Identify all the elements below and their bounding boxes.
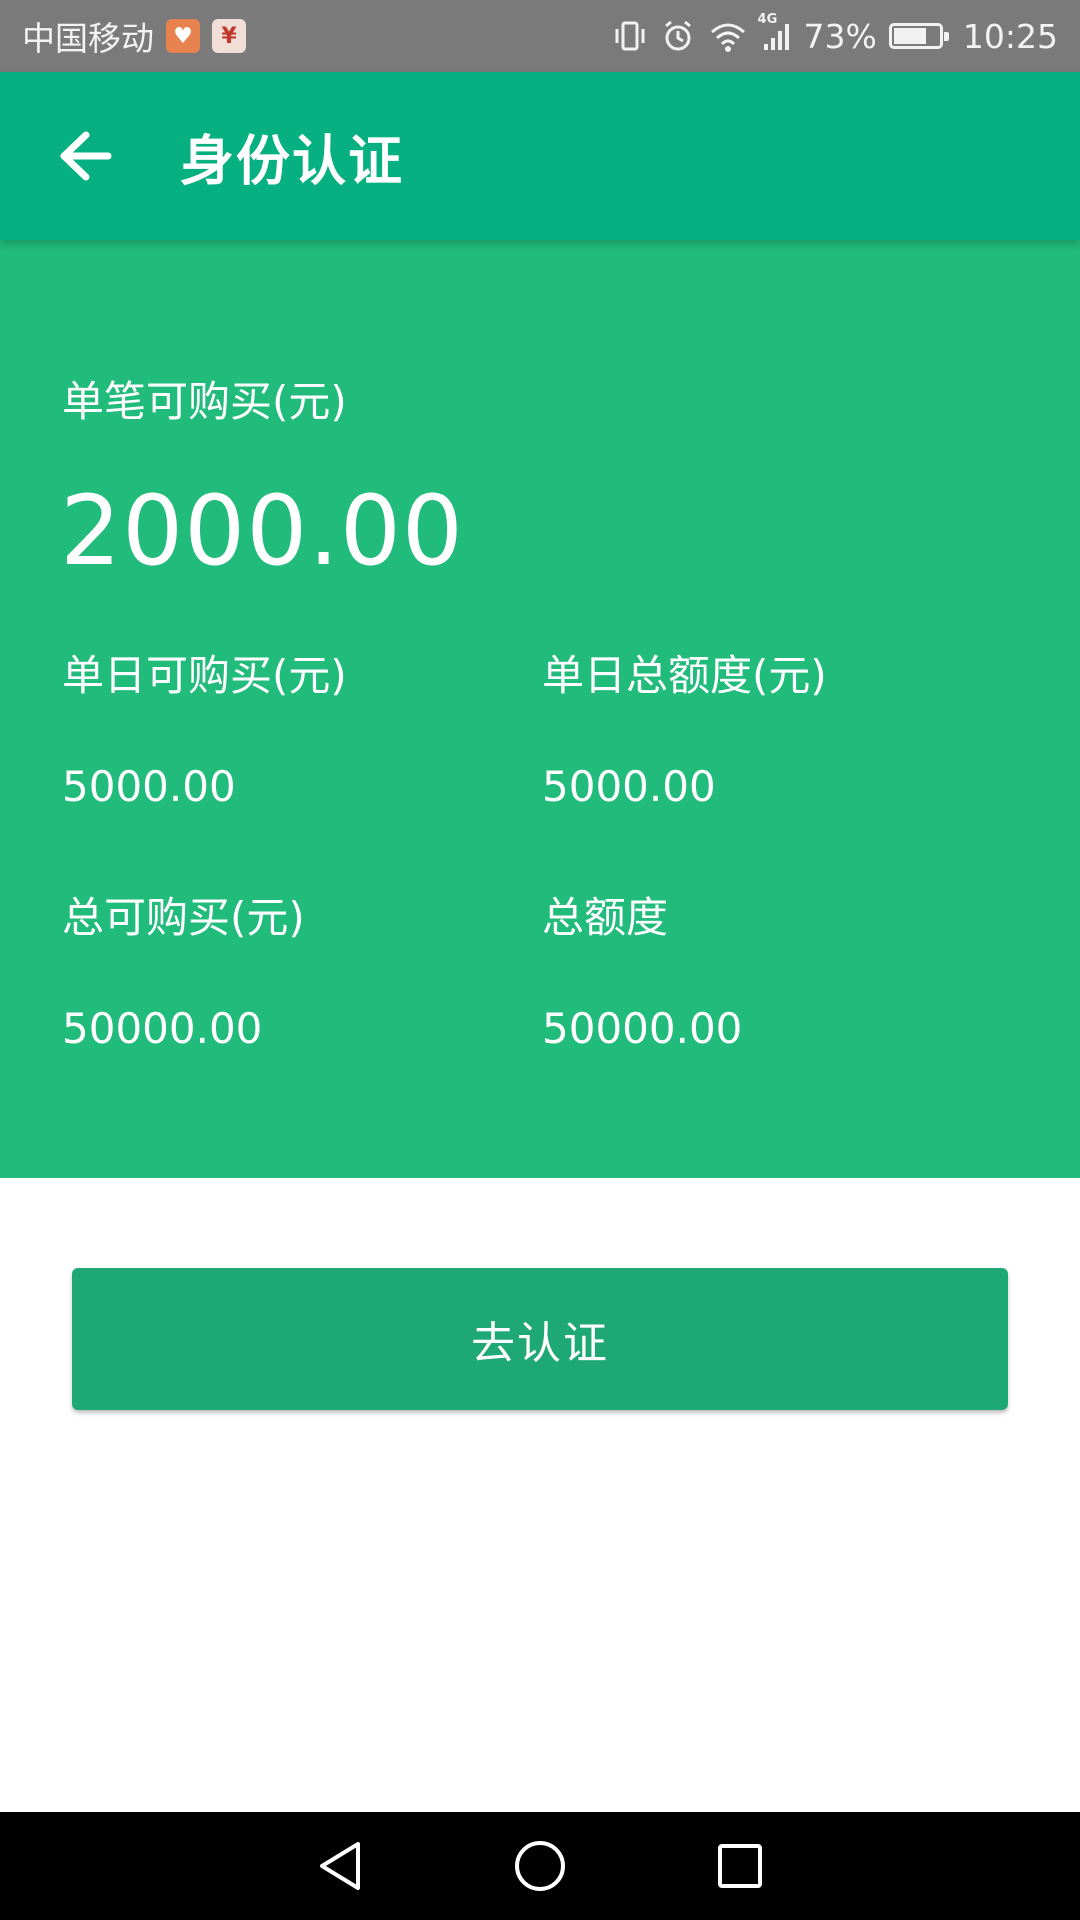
limits-panel: 单笔可购买(元) 2000.00 单日可购买(元) 单日总额度(元) 5000.… [0,240,1080,1178]
battery-fill [893,28,926,44]
vibrate-icon [612,18,648,54]
network-type: 4G [757,12,778,27]
total-available-label: 总可购买(元) [62,893,305,942]
battery-icon [888,23,949,49]
verify-button[interactable]: 去认证 [72,1268,1008,1410]
single-purchase-label: 单笔可购买(元) [62,377,347,426]
clock: 10:25 [962,16,1058,56]
status-bar: 中国移动 ♥ ¥ 4G 73% 10:25 [0,0,1080,72]
battery-percent: 73% [803,16,877,56]
yen-app-icon: ¥ [212,19,246,53]
daily-available-label: 单日可购买(元) [62,651,347,700]
single-purchase-value: 2000.00 [60,475,464,587]
nav-back-button[interactable] [310,1836,370,1896]
status-right: 4G 73% 10:25 [612,12,1058,56]
app-bar: 身份认证 [0,72,1080,240]
alarm-icon [660,18,696,54]
screen: 中国移动 ♥ ¥ 4G 73% 10:25 身份认证 单笔可购买(元) 2000… [0,0,1080,1920]
back-button[interactable] [50,121,120,191]
nav-bar [0,1812,1080,1920]
daily-total-value: 5000.00 [542,762,716,811]
total-limit-value: 50000.00 [542,1004,743,1053]
daily-total-label: 单日总额度(元) [542,651,827,700]
nav-home-button[interactable] [510,1836,570,1896]
signal-icon: 4G [758,12,792,54]
wifi-icon [708,18,748,54]
total-available-value: 50000.00 [62,1004,263,1053]
home-circle-icon [515,1841,565,1891]
back-triangle-icon [320,1842,360,1890]
page-title: 身份认证 [180,129,404,193]
daily-available-value: 5000.00 [62,762,236,811]
recents-square-icon [718,1844,762,1888]
carrier-name: 中国移动 [22,19,154,58]
status-left: 中国移动 ♥ ¥ [22,12,246,60]
health-app-icon: ♥ [166,19,200,53]
nav-recents-button[interactable] [710,1836,770,1896]
arrow-left-icon [60,131,112,181]
total-limit-label: 总额度 [542,893,669,942]
